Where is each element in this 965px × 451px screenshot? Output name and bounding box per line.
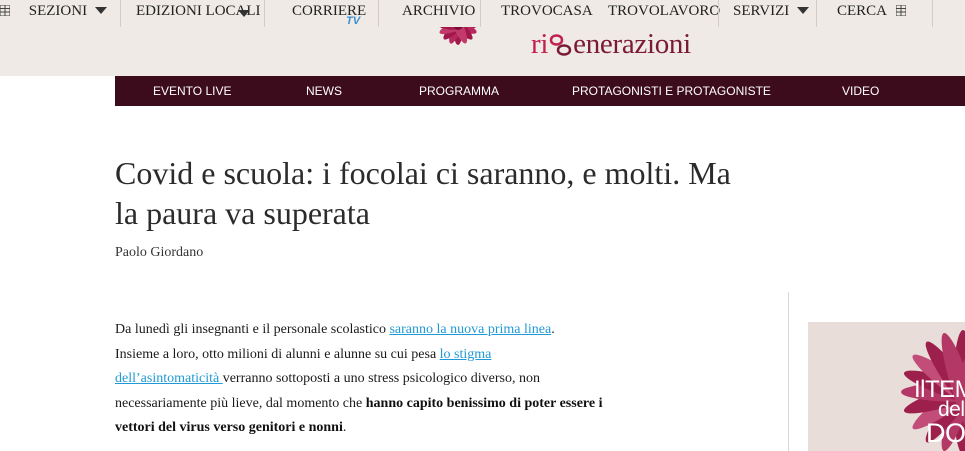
chevron-down-icon bbox=[95, 6, 108, 14]
column-divider bbox=[788, 292, 789, 451]
nav-divider bbox=[378, 0, 379, 27]
article-author: Paolo Giordano bbox=[115, 245, 204, 260]
nav-divider bbox=[264, 0, 265, 27]
link-stigma[interactable]: lo stigma bbox=[440, 347, 492, 362]
servizi-menu[interactable]: SERVIZI bbox=[733, 0, 810, 24]
menu-programma[interactable]: PROGRAMMA bbox=[419, 84, 499, 98]
title-line-1: Covid e scuola: i focolai ci saranno, e … bbox=[115, 155, 731, 191]
chevron-down-icon bbox=[797, 6, 810, 14]
nav-divider bbox=[480, 0, 481, 27]
article-paragraph: Da lunedì gli insegnanti e il personale … bbox=[115, 318, 635, 441]
brand-part1: ri bbox=[531, 28, 549, 60]
article-title: Covid e scuola: i focolai ci saranno, e … bbox=[115, 153, 815, 233]
title-line-2: la paura va superata bbox=[115, 195, 370, 231]
search-grid-icon bbox=[895, 4, 906, 16]
menu-video[interactable]: VIDEO bbox=[842, 84, 879, 98]
cerca-label: CERCA bbox=[837, 3, 887, 19]
menu-news[interactable]: NEWS bbox=[306, 84, 342, 98]
trovocasa-link[interactable]: TROVOCASA bbox=[501, 0, 593, 24]
brand-glyph-icon bbox=[549, 34, 572, 56]
chevron-down-icon bbox=[238, 10, 250, 17]
promo-line-3: DON bbox=[926, 418, 965, 448]
top-navigation-bar: SEZIONI EDIZIONI LOCALI CORRIERE TV ARCH… bbox=[0, 0, 965, 27]
tv-badge: TV bbox=[346, 15, 361, 27]
cerca-button[interactable]: CERCA bbox=[837, 0, 906, 24]
archivio-link[interactable]: ARCHIVIO bbox=[402, 0, 475, 24]
section-menu: EVENTO LIVE NEWS PROGRAMMA PROTAGONISTI … bbox=[115, 76, 965, 106]
link-prima-linea[interactable]: saranno la nuova prima linea bbox=[389, 322, 551, 337]
grid-icon bbox=[0, 4, 10, 16]
nav-divider bbox=[718, 0, 719, 27]
nav-divider bbox=[816, 0, 817, 27]
brand-logo[interactable]: ri enerazioni bbox=[531, 28, 691, 61]
il-tempo-delle-donne-banner[interactable]: IlTEM del DON bbox=[808, 322, 965, 451]
paragraph-text: . bbox=[551, 322, 555, 337]
sezioni-menu[interactable]: SEZIONI bbox=[0, 0, 108, 24]
nav-divider bbox=[932, 0, 933, 27]
sezioni-label: SEZIONI bbox=[28, 3, 88, 19]
paragraph-text: . bbox=[342, 420, 347, 435]
header-band: ri enerazioni bbox=[0, 27, 965, 76]
menu-evento-live[interactable]: EVENTO LIVE bbox=[153, 84, 231, 98]
paragraph-text: Da lunedì gli insegnanti e il personale … bbox=[115, 322, 390, 337]
flower-logo-icon bbox=[438, 27, 478, 45]
link-asintomaticita[interactable]: dell’asintomaticità bbox=[115, 371, 223, 386]
servizi-label: SERVIZI bbox=[733, 3, 790, 19]
trovolavoro-link[interactable]: TROVOLAVORO bbox=[608, 0, 720, 24]
menu-protagonisti[interactable]: PROTAGONISTI E PROTAGONISTE bbox=[572, 84, 771, 98]
brand-part2: enerazioni bbox=[573, 28, 691, 60]
nav-divider bbox=[120, 0, 121, 27]
paragraph-text: Insieme a loro, otto milioni di alunni e… bbox=[115, 346, 440, 362]
